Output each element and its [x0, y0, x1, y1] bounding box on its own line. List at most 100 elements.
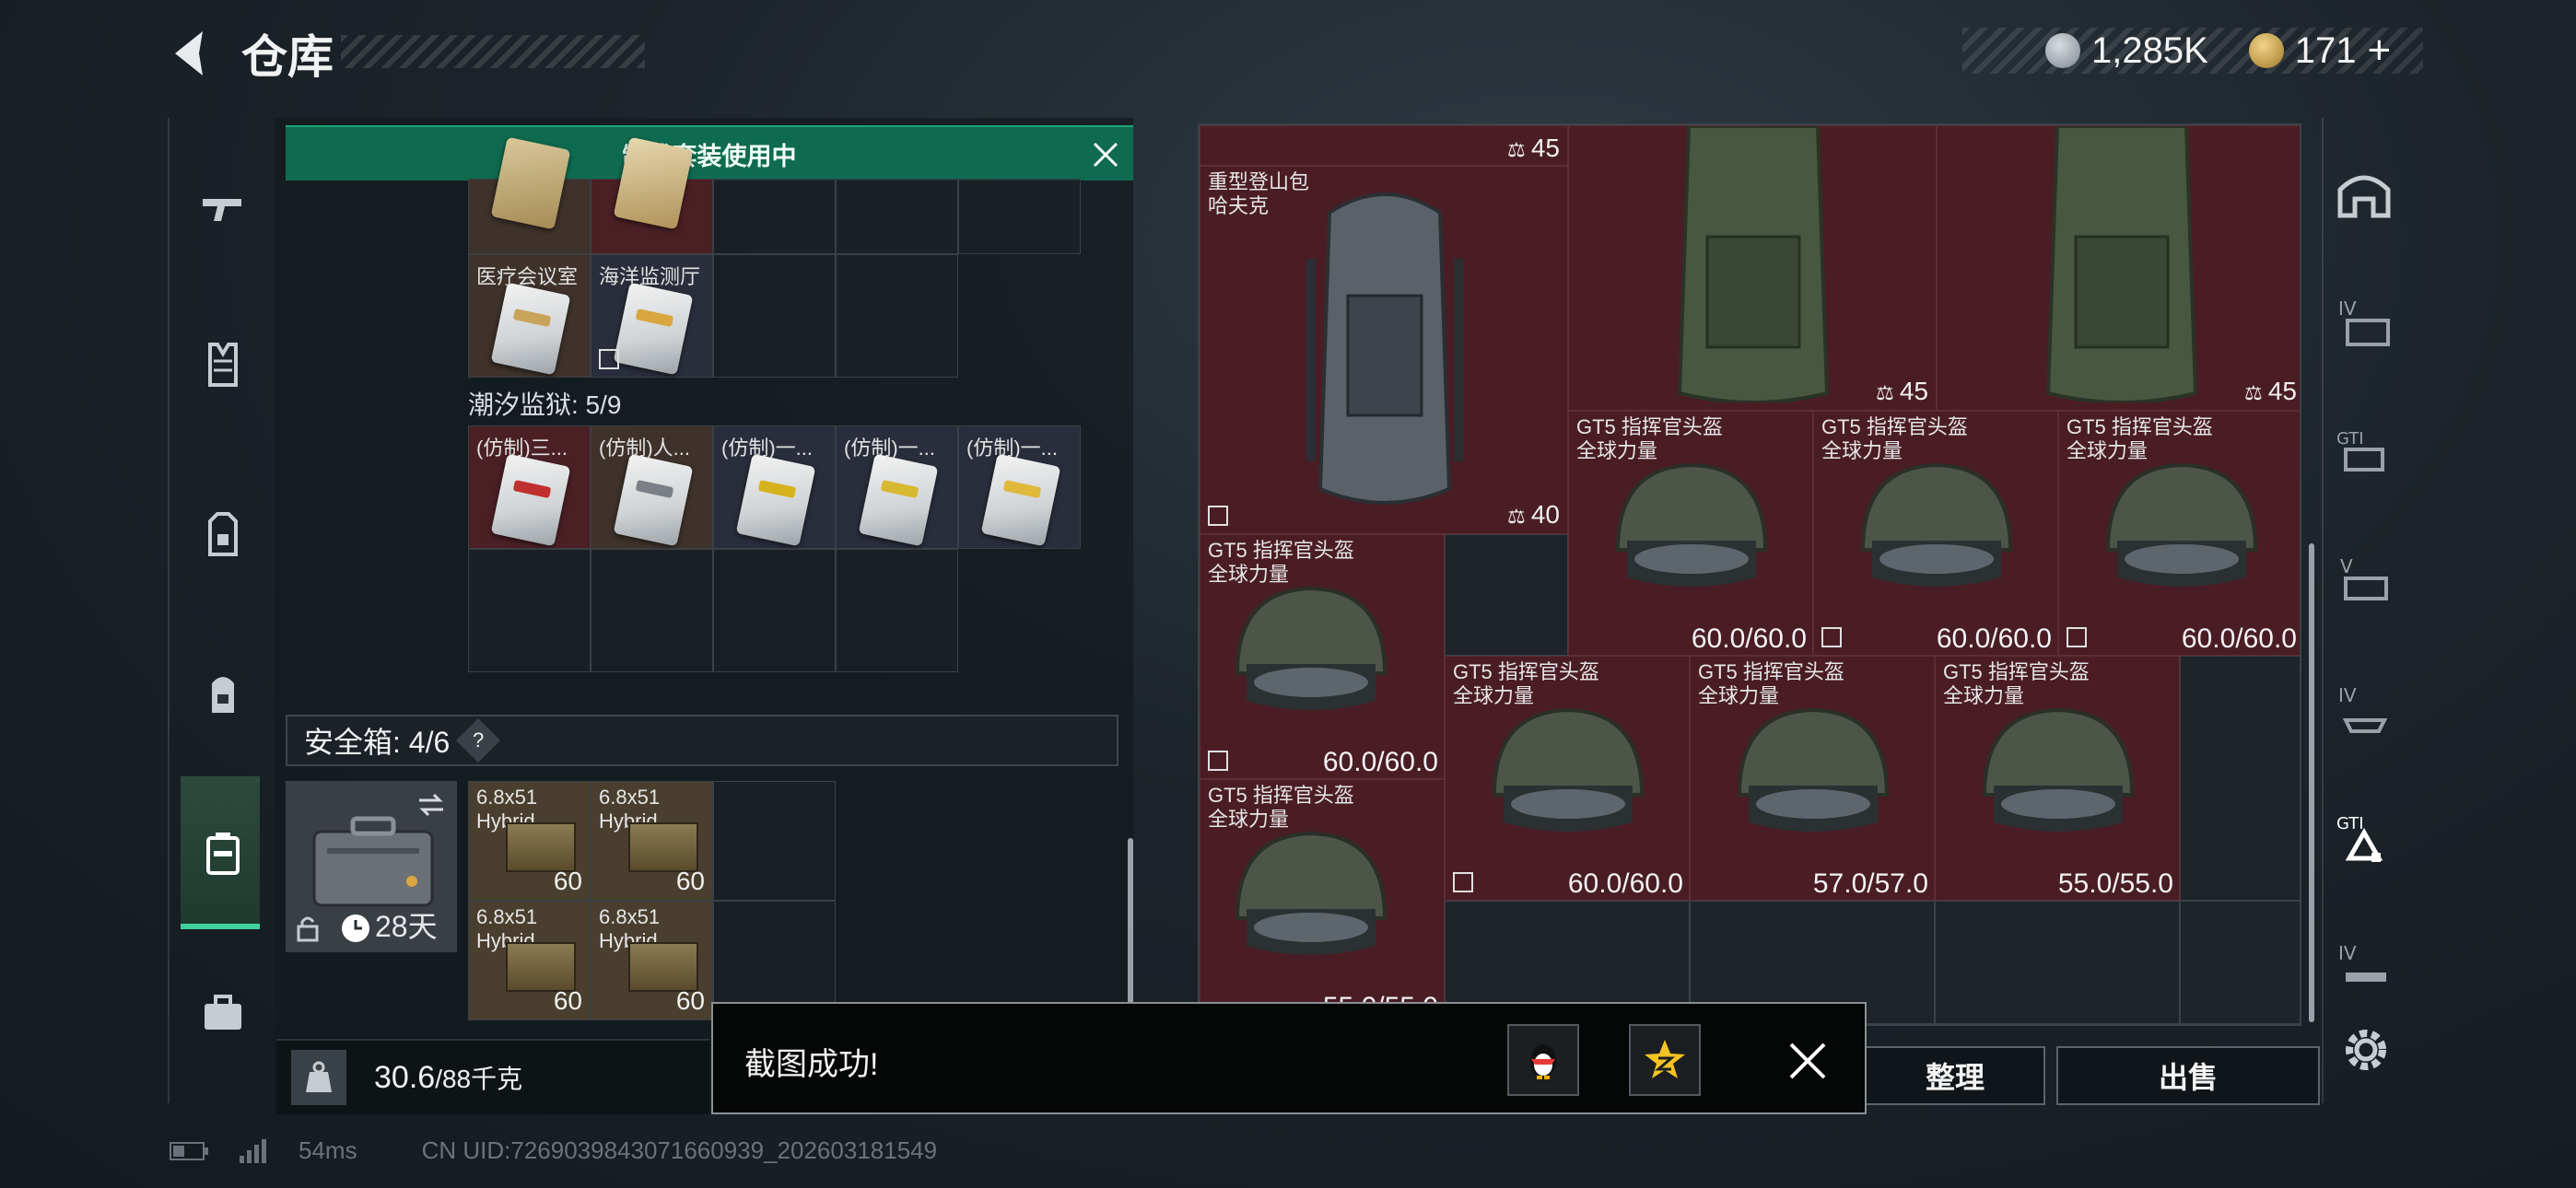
svg-text:GTI: GTI: [2336, 429, 2364, 448]
storage-grid: ⚖ 45 重型登山包 哈夫克 ⚖ 40 ⚖ 45 ⚖ 45 GT5 指挥官头盔 全球…: [1198, 123, 2301, 1026]
tab-tier-iv-b-icon[interactable]: IV: [2333, 680, 2395, 742]
qzone-star-icon: [1645, 1040, 1685, 1078]
empty-slot[interactable]: [713, 549, 836, 672]
signal-icon: [240, 1138, 266, 1163]
empty-slot[interactable]: [713, 179, 836, 254]
ammo-item[interactable]: 6.8x51 Hybrid 60: [468, 781, 591, 901]
keycard-item[interactable]: 海洋监测厅: [591, 254, 713, 378]
sell-button[interactable]: 出售: [2056, 1046, 2320, 1105]
keycard-item[interactable]: 医疗会议室: [468, 254, 591, 378]
clock-icon: [342, 914, 369, 942]
organize-button[interactable]: 整理: [1865, 1046, 2045, 1105]
close-icon[interactable]: [1087, 136, 1124, 173]
backpack-item[interactable]: ⚖ 45: [1937, 125, 2300, 411]
briefcase-icon[interactable]: [197, 987, 249, 1039]
tab-gti-helmet-icon[interactable]: GTI: [2333, 809, 2395, 871]
safebox-icon[interactable]: [197, 827, 249, 879]
weight-lock-icon: ⚖: [1507, 138, 1531, 161]
keycard-item[interactable]: (仿制)三...: [468, 425, 591, 549]
helmet-durability: 60.0/60.0: [1691, 623, 1807, 654]
empty-slot[interactable]: [713, 254, 836, 378]
toast-message: 截图成功!: [744, 1047, 879, 1082]
empty-slot[interactable]: [468, 549, 591, 672]
empty-slot[interactable]: [1445, 534, 1568, 656]
case-image: [312, 816, 434, 907]
helmet-image: [1492, 707, 1645, 832]
keycard-item[interactable]: (仿制)一...: [713, 425, 836, 549]
untradeable-icon: [599, 349, 619, 369]
swap-icon[interactable]: [416, 791, 447, 819]
backpack-item[interactable]: ⚖ 45: [1568, 125, 1937, 411]
weight-max: /88千克: [435, 1065, 523, 1093]
helmet-item[interactable]: GT5 指挥官头盔全球力量 55.0/55.0: [1200, 779, 1445, 1024]
help-icon[interactable]: ?: [456, 717, 501, 763]
helmet-item[interactable]: GT5 指挥官头盔 全球力量 60.0/60.0: [2058, 411, 2300, 656]
armor-icon[interactable]: [197, 508, 249, 560]
add-currency-button[interactable]: +: [2368, 28, 2392, 74]
toast-close-icon[interactable]: [1786, 1039, 1830, 1083]
vest-icon[interactable]: [197, 339, 249, 390]
share-qq-button[interactable]: [1507, 1024, 1579, 1096]
helmet-image: [1982, 707, 2135, 832]
back-arrow-icon[interactable]: [166, 26, 221, 81]
backpack-item[interactable]: 重型登山包 哈夫克 ⚖ 40: [1200, 166, 1568, 534]
empty-slot[interactable]: [591, 549, 713, 672]
tab-gti-icon[interactable]: GTI: [2333, 422, 2395, 484]
helmet-item[interactable]: GT5 指挥官头盔 全球力量 57.0/57.0: [1690, 656, 1935, 901]
weapon-icon[interactable]: [197, 182, 249, 234]
page-title: 仓库: [241, 31, 334, 83]
left-scrollbar[interactable]: [1128, 838, 1133, 1004]
svg-text:IV: IV: [2338, 684, 2357, 706]
weight-lock-icon: ⚖: [1876, 381, 1900, 404]
item-name: GT5 指挥官头盔: [1576, 415, 1723, 438]
empty-slot[interactable]: [2180, 656, 2300, 901]
backpack-item-partial[interactable]: ⚖ 45: [1200, 125, 1568, 166]
ammo-name: 6.8x51: [476, 786, 538, 809]
keycard-image: [490, 453, 571, 547]
empty-slot[interactable]: [713, 781, 836, 901]
right-scrollbar[interactable]: [2309, 543, 2314, 1022]
safebox-case[interactable]: 28天: [286, 781, 457, 952]
empty-slot[interactable]: [836, 179, 958, 254]
empty-slot[interactable]: [836, 549, 958, 672]
keycard-image: [735, 453, 816, 547]
empty-slot[interactable]: [958, 179, 1081, 254]
keycard-slot[interactable]: [468, 136, 591, 254]
prison-section-label: 潮汐监狱: 5/9: [468, 390, 622, 419]
keycard-item[interactable]: (仿制)人...: [591, 425, 713, 549]
empty-slot[interactable]: [836, 254, 958, 378]
ammo-box-image: [628, 942, 698, 992]
tab-tier-iv-icon[interactable]: IV: [2333, 293, 2395, 355]
keycard-item[interactable]: (仿制)一...: [958, 425, 1081, 549]
ammo-item[interactable]: 6.8x51 Hybrid 60: [468, 901, 591, 1020]
helmet-item[interactable]: GT5 指挥官头盔 全球力量 60.0/60.0: [1445, 656, 1690, 901]
tab-tier-v-icon[interactable]: V: [2333, 551, 2395, 613]
empty-slot[interactable]: [1935, 901, 2180, 1024]
settings-gear-icon[interactable]: [2338, 1022, 2394, 1077]
ammo-count: 60: [553, 867, 582, 895]
helmet-image: [1235, 586, 1388, 710]
gold-coin-icon: [2248, 33, 2284, 68]
qq-penguin-icon: [1530, 1044, 1556, 1079]
ammo-item[interactable]: 6.8x51 Hybrid 60: [591, 901, 713, 1020]
helmet-item[interactable]: GT5 指挥官头盔 全球力量 60.0/60.0: [1813, 411, 2058, 656]
share-qzone-button[interactable]: [1629, 1024, 1701, 1096]
keycard-item[interactable]: (仿制)一...: [836, 425, 958, 549]
untradeable-icon: [2067, 627, 2087, 647]
empty-slot[interactable]: [2180, 901, 2300, 1024]
carry-weight-bar: 30.6 /88千克: [276, 1039, 709, 1114]
ammo-item[interactable]: 6.8x51 Hybrid 60: [591, 781, 713, 901]
ammo-box-image: [506, 822, 576, 872]
backpack-icon[interactable]: [197, 667, 249, 718]
lock-icon: [297, 916, 319, 942]
helmet-item[interactable]: GT5 指挥官头盔全球力量 55.0/55.0: [1935, 656, 2180, 901]
tab-tier-iv-c-icon[interactable]: IV: [2333, 938, 2395, 1000]
ping-text: 54ms: [299, 1136, 357, 1164]
helmet-item[interactable]: GT5 指挥官头盔 全球力量 60.0/60.0: [1200, 534, 1445, 779]
battery-icon: [170, 1141, 208, 1160]
currency-bar: 1,285K 171 +: [1962, 28, 2423, 74]
svg-text:GTI: GTI: [2336, 814, 2364, 833]
keycard-slot[interactable]: [591, 136, 713, 254]
helmet-item[interactable]: GT5 指挥官头盔 全球力量 60.0/60.0: [1568, 411, 1813, 656]
storage-home-icon[interactable]: [2333, 164, 2395, 227]
